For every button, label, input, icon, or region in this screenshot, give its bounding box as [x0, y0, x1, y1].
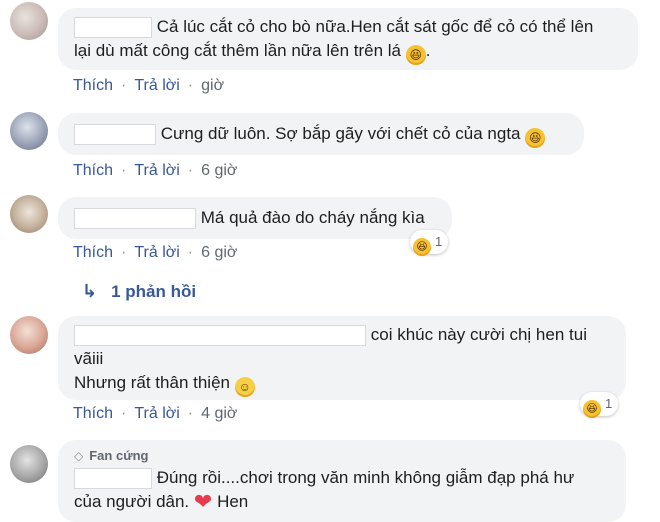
redacted-name[interactable] [74, 325, 366, 347]
comment-actions: Thích · Trả lời · 6 giờ [73, 162, 237, 180]
diamond-icon: ◇ [74, 449, 84, 463]
view-replies-link[interactable]: ↳ 1 phản hồi [82, 281, 196, 302]
laughing-icon: 😆 [405, 45, 426, 65]
heart-icon: ❤ [193, 489, 213, 514]
like-link[interactable]: Thích [73, 162, 113, 180]
comment-actions: Thích · Trả lời · 4 giờ [73, 405, 237, 423]
avatar[interactable] [10, 316, 48, 354]
avatar[interactable] [10, 195, 48, 233]
comment-text: Cưng dữ luôn. Sợ bắp gãy với chết cỏ của… [160, 124, 521, 143]
reply-link[interactable]: Trả lời [134, 405, 179, 423]
comment-text: của người dân. [74, 492, 190, 511]
reaction-number: 1 [435, 234, 443, 249]
timestamp[interactable]: 6 giờ [201, 244, 237, 262]
comment-bubble: Cả lúc cắt cỏ cho bò nữa.Hen cắt sát gốc… [58, 8, 638, 70]
comment-text: Nhưng rất thân thiện [74, 373, 230, 392]
smile-icon: ☺ [234, 377, 255, 397]
comment-text: lại dù mất công cắt thêm lần nữa lên trê… [74, 41, 402, 60]
comment-text: coi khúc này cười chị hen tui [370, 325, 587, 344]
redacted-name[interactable] [74, 208, 196, 230]
laughing-icon: 😆 [413, 238, 431, 256]
like-link[interactable]: Thích [73, 405, 113, 423]
redacted-name[interactable] [74, 468, 152, 490]
separator: · [187, 405, 194, 422]
like-link[interactable]: Thích [73, 244, 113, 262]
fan-badge: ◇ Fan cứng [74, 446, 610, 466]
timestamp[interactable]: 4 giờ [201, 405, 237, 423]
replies-label: 1 phản hồi [111, 282, 197, 301]
reply-link[interactable]: Trả lời [134, 244, 179, 262]
comment-bubble: Cưng dữ luôn. Sợ bắp gãy với chết cỏ của… [58, 113, 584, 155]
comment-text: vãiii [74, 349, 104, 368]
comment-text: . [425, 41, 431, 60]
separator: · [187, 244, 194, 261]
avatar[interactable] [10, 445, 48, 483]
comment-actions: Thích · Trả lời · 6 giờ [73, 244, 237, 262]
separator: · [187, 77, 194, 94]
comment-text: Hen [217, 492, 249, 511]
comment-bubble: ◇ Fan cứng Đúng rồi....chơi trong văn min… [58, 440, 626, 522]
badge-label: Fan cứng [89, 448, 149, 463]
redacted-name[interactable] [74, 124, 156, 146]
timestamp[interactable]: 6 giờ [201, 162, 237, 180]
comment-text: Má quả đào do cháy nắng kìa [200, 208, 425, 227]
reaction-count[interactable]: 😆 1 [580, 392, 619, 418]
timestamp[interactable]: giờ [201, 77, 224, 95]
comment-text: Cả lúc cắt cỏ cho bò nữa.Hen cắt sát gốc… [156, 17, 594, 36]
separator: · [121, 77, 127, 94]
reaction-count[interactable]: 😆 1 [410, 230, 449, 256]
redacted-name[interactable] [74, 17, 152, 39]
comment-actions: Thích · Trả lời · giờ [73, 77, 224, 95]
separator: · [121, 244, 127, 261]
comment-bubble: Má quả đào do cháy nắng kìa [58, 197, 452, 239]
separator: · [121, 405, 127, 422]
avatar[interactable] [10, 2, 48, 40]
reply-link[interactable]: Trả lời [134, 162, 179, 180]
comment-bubble: coi khúc này cười chị hen tui vãiii Nhưn… [58, 316, 626, 400]
comment-text: Đúng rồi....chơi trong văn minh không gi… [156, 468, 575, 487]
separator: · [187, 162, 194, 179]
reply-arrow-icon: ↳ [82, 281, 98, 301]
reply-link[interactable]: Trả lời [134, 77, 179, 95]
reaction-number: 1 [605, 396, 613, 411]
laughing-icon: 😆 [583, 400, 601, 418]
separator: · [121, 162, 127, 179]
like-link[interactable]: Thích [73, 77, 113, 95]
avatar[interactable] [10, 112, 48, 150]
laughing-icon: 😆 [525, 128, 546, 148]
